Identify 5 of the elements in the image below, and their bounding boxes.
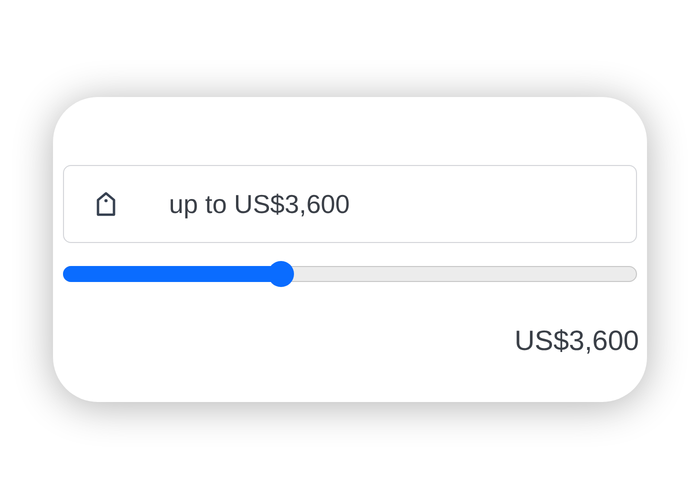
slider[interactable] [63,261,637,287]
price-input[interactable]: up to US$3,600 [169,184,569,224]
slider-thumb[interactable] [268,261,294,287]
max-price-label: US$3,600 [514,327,639,355]
price-field[interactable]: up to US$3,600 [63,165,637,243]
